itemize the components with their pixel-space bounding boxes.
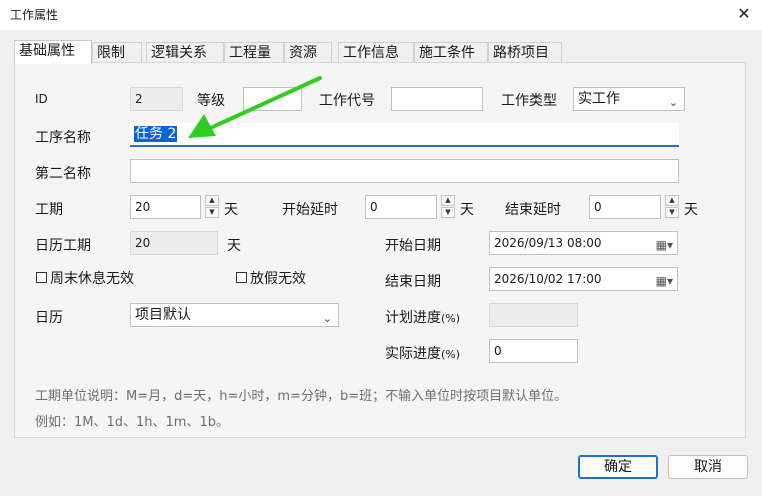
- end-delay-label: 结束延时: [505, 202, 561, 218]
- spin-up-icon[interactable]: ▲: [665, 195, 679, 206]
- tab-resources[interactable]: 资源: [284, 42, 332, 63]
- tab-work-info[interactable]: 工作信息: [338, 42, 414, 63]
- start-delay-unit: 天: [460, 202, 474, 218]
- grade-input[interactable]: [243, 87, 302, 111]
- spin-down-icon[interactable]: ▼: [665, 207, 679, 218]
- id-label: ID: [35, 92, 48, 106]
- second-name-input[interactable]: [130, 159, 679, 183]
- end-date-picker[interactable]: 2026/10/02 17:00 ▦▾: [489, 267, 678, 291]
- actual-progress-label: 实际进度(%): [385, 343, 460, 363]
- start-date-label: 开始日期: [385, 238, 441, 254]
- duration-unit-hint: 工期单位说明：M=月，d=天，h=小时，m=分钟，b=班；不输入单位时按项目默认…: [35, 389, 568, 404]
- spin-down-icon[interactable]: ▼: [441, 207, 455, 218]
- chevron-down-icon: ⌄: [322, 312, 332, 325]
- start-delay-input[interactable]: 0: [365, 195, 437, 219]
- start-date-value: 2026/09/13 08:00: [494, 236, 602, 250]
- end-delay-unit: 天: [684, 202, 698, 218]
- second-name-label: 第二名称: [35, 166, 91, 182]
- id-field: 2: [130, 87, 183, 111]
- tab-quantities[interactable]: 工程量: [224, 42, 284, 63]
- duration-label: 工期: [35, 202, 63, 218]
- end-date-value: 2026/10/02 17:00: [494, 272, 602, 286]
- calendar-duration-field: 20: [130, 231, 218, 255]
- ok-button[interactable]: 确定: [578, 455, 658, 479]
- spin-up-icon[interactable]: ▲: [441, 195, 455, 206]
- work-type-value: 实工作: [578, 91, 620, 107]
- tab-road-bridge-items[interactable]: 路桥项目: [488, 42, 562, 63]
- tab-construction-conditions[interactable]: 施工条件: [414, 42, 488, 63]
- cancel-button[interactable]: 取消: [668, 455, 748, 479]
- grade-label: 等级: [197, 93, 225, 109]
- calendar-label: 日历: [35, 310, 63, 326]
- start-date-picker[interactable]: 2026/09/13 08:00 ▦▾: [489, 231, 678, 255]
- end-delay-stepper[interactable]: ▲ ▼: [665, 195, 679, 219]
- planned-progress-label: 计划进度(%): [385, 307, 460, 327]
- spin-down-icon[interactable]: ▼: [205, 207, 219, 218]
- holiday-invalid-label: 放假无效: [250, 271, 306, 287]
- calendar-icon[interactable]: ▦▾: [656, 270, 673, 290]
- calendar-duration-label: 日历工期: [35, 238, 91, 254]
- task-name-input[interactable]: 任务 2: [130, 123, 679, 147]
- tab-logic-relations[interactable]: 逻辑关系: [146, 42, 224, 63]
- end-date-label: 结束日期: [385, 274, 441, 290]
- close-icon[interactable]: ✕: [730, 2, 758, 26]
- calendar-duration-unit: 天: [227, 238, 241, 254]
- weekend-invalid-checkbox[interactable]: [36, 272, 47, 283]
- calendar-value: 项目默认: [135, 307, 191, 323]
- spin-up-icon[interactable]: ▲: [205, 195, 219, 206]
- planned-progress-field: [489, 303, 578, 327]
- tab-basic-properties[interactable]: 基础属性: [14, 40, 92, 64]
- task-name-label: 工序名称: [35, 130, 91, 146]
- start-delay-stepper[interactable]: ▲ ▼: [441, 195, 455, 219]
- window-title: 工作属性: [10, 8, 59, 22]
- actual-progress-unit: (%): [441, 348, 461, 361]
- chevron-down-icon: ⌄: [668, 96, 678, 109]
- work-code-input[interactable]: [391, 87, 483, 111]
- holiday-invalid-checkbox[interactable]: [236, 272, 247, 283]
- planned-progress-unit: (%): [441, 312, 461, 325]
- planned-progress-text: 计划进度: [385, 310, 441, 326]
- tab-constraints[interactable]: 限制: [92, 42, 142, 63]
- title-bar: 工作属性 ✕: [0, 0, 762, 30]
- duration-stepper[interactable]: ▲ ▼: [205, 195, 219, 219]
- end-delay-input[interactable]: 0: [589, 195, 661, 219]
- duration-input[interactable]: 20: [130, 195, 201, 219]
- work-type-select[interactable]: 实工作 ⌄: [573, 87, 685, 111]
- task-name-selected-text: 任务 2: [134, 126, 178, 142]
- actual-progress-text: 实际进度: [385, 346, 441, 362]
- work-type-label: 工作类型: [501, 93, 557, 109]
- start-delay-label: 开始延时: [282, 202, 338, 218]
- calendar-icon[interactable]: ▦▾: [656, 234, 673, 254]
- work-code-label: 工作代号: [319, 93, 375, 109]
- calendar-select[interactable]: 项目默认 ⌄: [130, 303, 339, 327]
- duration-example-hint: 例如：1M、1d、1h、1m、1b。: [35, 415, 229, 430]
- weekend-invalid-label: 周末休息无效: [50, 271, 134, 287]
- duration-unit: 天: [224, 202, 238, 218]
- actual-progress-input[interactable]: 0: [489, 339, 578, 363]
